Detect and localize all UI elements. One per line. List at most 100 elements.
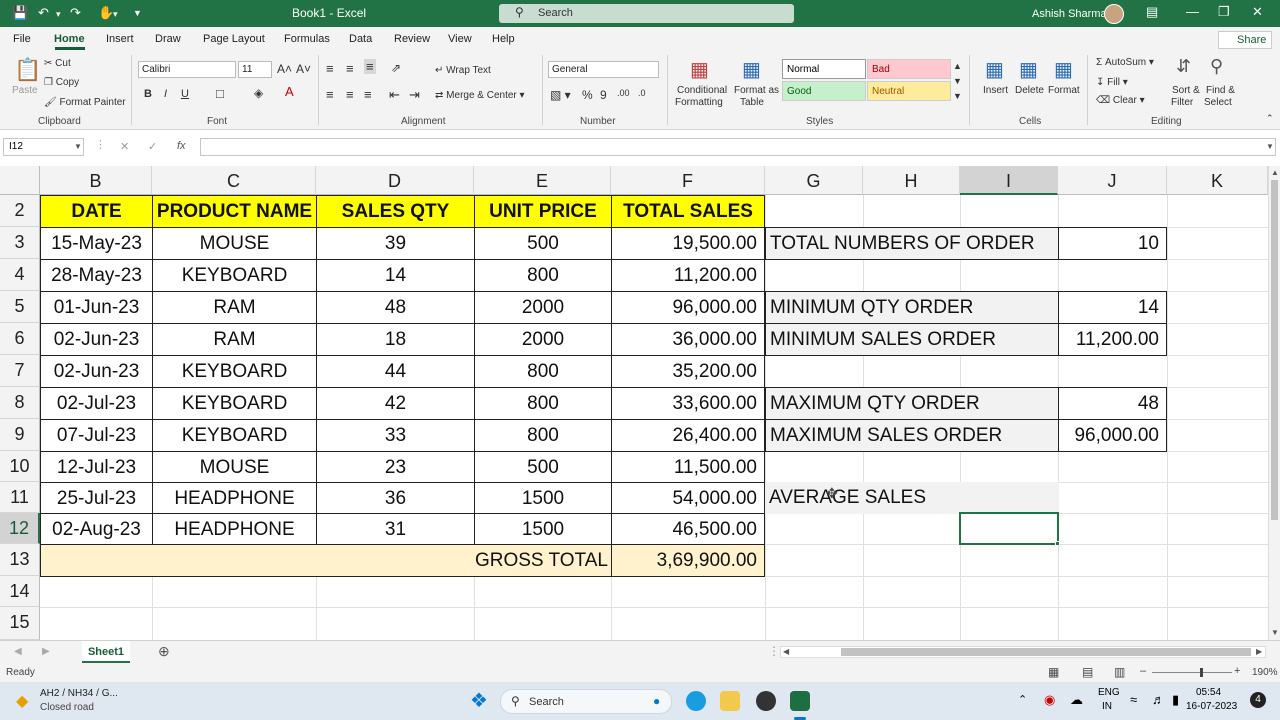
name-box-dropdown-icon[interactable]: ▼	[74, 142, 82, 151]
table-cell[interactable]: 44	[316, 355, 475, 388]
table-cell[interactable]: 02-Jul-23	[40, 387, 153, 420]
table-cell[interactable]: 500	[474, 227, 612, 260]
increase-decimal-icon[interactable]: .00	[617, 88, 630, 98]
traffic-icon[interactable]: ◆	[16, 691, 28, 711]
tab-split-icon[interactable]: ⋮	[768, 644, 780, 658]
row-header-8[interactable]: 8	[0, 387, 40, 419]
paste-icon[interactable]: 📋	[14, 57, 41, 83]
table-cell[interactable]: 96,000.00	[611, 291, 765, 324]
sort-filter-label-2[interactable]: Filter	[1171, 97, 1193, 108]
table-cell[interactable]: RAM	[152, 323, 317, 356]
min-sales-value[interactable]: 11,200.00	[1058, 323, 1167, 356]
touch-mode-icon[interactable]: ✋	[98, 5, 114, 21]
horizontal-scroll-thumb[interactable]	[841, 648, 1251, 656]
table-cell[interactable]: 31	[316, 513, 475, 545]
tab-insert[interactable]: Insert	[106, 33, 134, 45]
row-header-12[interactable]: 12	[0, 513, 40, 544]
tab-formulas[interactable]: Formulas	[284, 33, 330, 45]
font-name-combo[interactable]: Calibri	[138, 61, 236, 78]
table-cell[interactable]: 46,500.00	[611, 513, 765, 545]
format-cells-icon[interactable]: ▦	[1054, 57, 1073, 82]
table-cell[interactable]: HEADPHONE	[152, 513, 317, 545]
zoom-in-icon[interactable]: +	[1234, 665, 1240, 677]
column-header-e[interactable]: E	[474, 166, 611, 195]
notification-badge[interactable]: 4	[1250, 692, 1266, 708]
decrease-decimal-icon[interactable]: .0	[638, 88, 646, 98]
scroll-down-icon[interactable]: ▼	[1271, 628, 1279, 637]
add-sheet-icon[interactable]: ⊕	[158, 643, 170, 660]
row-header-13[interactable]: 13	[0, 544, 40, 576]
total-orders-label[interactable]: TOTAL NUMBERS OF ORDER	[765, 227, 1059, 260]
table-cell[interactable]: 1500	[474, 513, 612, 545]
format-painter-button[interactable]: 🖌 Format Painter	[44, 97, 126, 108]
table-cell[interactable]: 11,500.00	[611, 451, 765, 483]
table-cell[interactable]: 18	[316, 323, 475, 356]
gross-total-label[interactable]: GROSS TOTAL	[40, 544, 612, 577]
formula-input[interactable]	[200, 138, 1276, 156]
share-button[interactable]: Share	[1218, 31, 1272, 49]
table-cell[interactable]: MOUSE	[152, 227, 317, 260]
row-header-3[interactable]: 3	[0, 227, 40, 259]
table-cell[interactable]: 12-Jul-23	[40, 451, 153, 483]
middle-align-icon[interactable]: ≡	[346, 61, 354, 76]
vertical-scrollbar[interactable]: ▲ ▼	[1268, 166, 1280, 640]
column-header-k[interactable]: K	[1167, 166, 1268, 195]
table-cell[interactable]: HEADPHONE	[152, 482, 317, 514]
collapse-ribbon-icon[interactable]: ⌃	[1266, 113, 1274, 124]
table-cell[interactable]: KEYBOARD	[152, 259, 317, 292]
table-cell[interactable]: 33	[316, 419, 475, 452]
minimize-icon[interactable]: —	[1186, 4, 1199, 19]
merge-center-button[interactable]: ⇄ Merge & Center ▾	[435, 90, 525, 101]
table-cell[interactable]: 800	[474, 387, 612, 420]
restore-icon[interactable]: ❐	[1218, 4, 1230, 20]
sort-filter-icon[interactable]: ⇵	[1176, 56, 1191, 77]
search-box[interactable]: ⚲ Search	[499, 4, 794, 23]
copy-button[interactable]: ❐ Copy	[44, 77, 79, 88]
table-cell[interactable]: MOUSE	[152, 451, 317, 483]
clock-date[interactable]: 16-07-2023	[1186, 701, 1237, 712]
header-unit-price[interactable]: UNIT PRICE	[474, 195, 612, 228]
table-cell[interactable]: 800	[474, 355, 612, 388]
styles-more-icon[interactable]: ▼	[953, 91, 962, 101]
row-header-9[interactable]: 9	[0, 419, 40, 451]
security-icon[interactable]: ◉	[1044, 692, 1055, 708]
table-cell[interactable]: 26,400.00	[611, 419, 765, 452]
ribbon-display-icon[interactable]: ▤	[1146, 4, 1158, 20]
table-cell[interactable]: 33,600.00	[611, 387, 765, 420]
enter-icon[interactable]: ✓	[148, 140, 157, 153]
table-cell[interactable]: 28-May-23	[40, 259, 153, 292]
windows-start-icon[interactable]: ❖	[470, 688, 488, 713]
select-all-corner[interactable]	[0, 166, 40, 195]
table-cell[interactable]: 35,200.00	[611, 355, 765, 388]
avatar[interactable]	[1104, 4, 1124, 24]
row-header-11[interactable]: 11	[0, 482, 40, 513]
excel-taskbar-icon[interactable]	[790, 691, 810, 711]
table-cell[interactable]: 36	[316, 482, 475, 514]
scroll-up-icon[interactable]: ▲	[1271, 168, 1279, 177]
accounting-icon[interactable]: ▧ ▾	[550, 88, 571, 102]
tab-data[interactable]: Data	[349, 33, 372, 45]
wifi-icon[interactable]: ≈	[1130, 692, 1137, 707]
styles-scroll-down-icon[interactable]: ▼	[953, 76, 962, 86]
conditional-formatting-label-1[interactable]: Conditional	[677, 85, 727, 96]
number-format-combo[interactable]: General	[548, 61, 659, 78]
worksheet-grid[interactable]: B C D E F G H I J K 2 3 4 5 6 7 8 9 10 1…	[0, 166, 1268, 640]
autosum-button[interactable]: Σ AutoSum ▾	[1096, 57, 1154, 68]
header-total-sales[interactable]: TOTAL SALES	[611, 195, 765, 228]
table-cell[interactable]: 11,200.00	[611, 259, 765, 292]
format-cells-label[interactable]: Format	[1048, 85, 1080, 96]
column-header-b[interactable]: B	[40, 166, 152, 195]
scroll-right-icon[interactable]: ▶	[1256, 647, 1262, 656]
table-cell[interactable]: KEYBOARD	[152, 355, 317, 388]
touch-dropdown-icon[interactable]: ▾	[113, 9, 118, 20]
tab-draw[interactable]: Draw	[155, 33, 181, 45]
bottom-align-icon[interactable]: ≡	[364, 59, 376, 74]
delete-cells-label[interactable]: Delete	[1015, 85, 1044, 96]
max-sales-label[interactable]: MAXIMUM SALES ORDER	[765, 419, 1059, 452]
underline-button[interactable]: U	[181, 88, 189, 100]
undo-dropdown-icon[interactable]: ▾	[56, 9, 61, 20]
style-good[interactable]: Good	[782, 81, 866, 101]
max-qty-value[interactable]: 48	[1058, 387, 1167, 420]
conditional-formatting-icon[interactable]: ▦	[690, 57, 709, 82]
table-cell[interactable]: 02-Jun-23	[40, 355, 153, 388]
